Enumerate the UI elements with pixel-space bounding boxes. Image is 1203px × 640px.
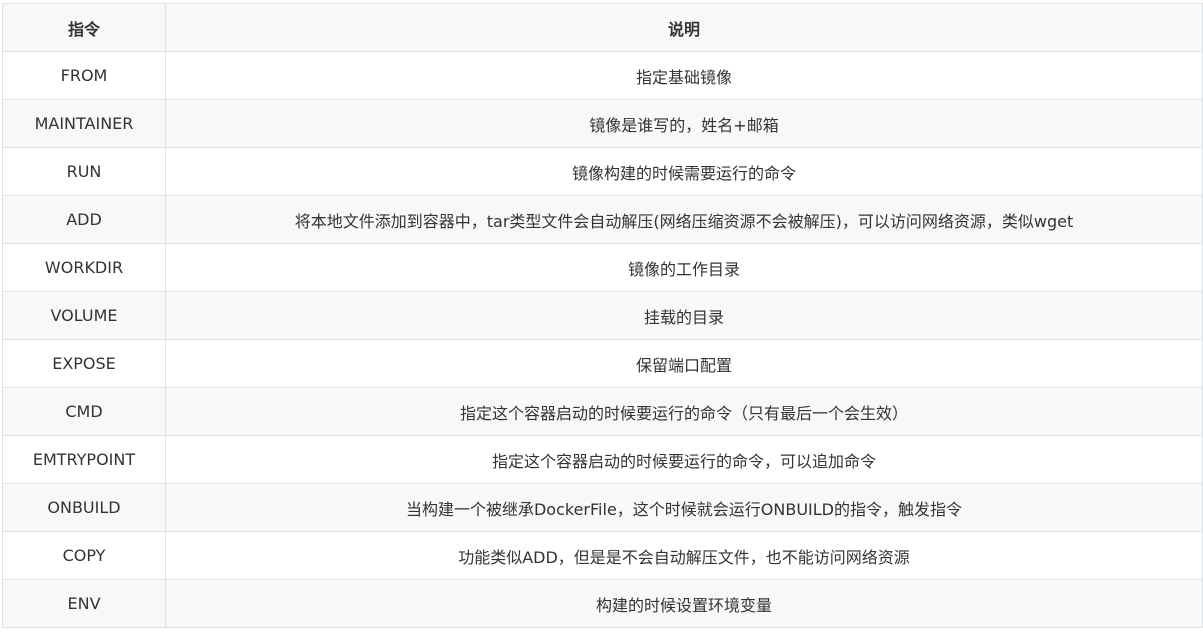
description-cell: 保留端口配置 [165,339,1203,388]
description-cell: 镜像是谁写的，姓名+邮箱 [165,99,1203,148]
instruction-cell: MAINTAINER [2,99,166,148]
header-row: 指令 说明 [2,3,1203,52]
instruction-cell: ONBUILD [2,483,166,532]
table-row: RUN 镜像构建的时候需要运行的命令 [2,147,1203,196]
description-cell: 构建的时候设置环境变量 [165,579,1203,628]
dockerfile-instructions-table: 指令 说明 FROM 指定基础镜像 MAINTAINER 镜像是谁写的，姓名+邮… [2,3,1203,628]
instruction-cell: ADD [2,195,166,244]
description-cell: 镜像构建的时候需要运行的命令 [165,147,1203,196]
header-description: 说明 [165,3,1203,52]
instruction-cell: ENV [2,579,166,628]
table-body: FROM 指定基础镜像 MAINTAINER 镜像是谁写的，姓名+邮箱 RUN … [2,51,1203,628]
instruction-cell: COPY [2,531,166,580]
table-row: EXPOSE 保留端口配置 [2,339,1203,388]
table-row: VOLUME 挂载的目录 [2,291,1203,340]
instruction-cell: EMTRYPOINT [2,435,166,484]
table-row: ENV 构建的时候设置环境变量 [2,579,1203,628]
description-cell: 指定这个容器启动的时候要运行的命令（只有最后一个会生效） [165,387,1203,436]
table-row: COPY 功能类似ADD，但是是不会自动解压文件，也不能访问网络资源 [2,531,1203,580]
table-row: CMD 指定这个容器启动的时候要运行的命令（只有最后一个会生效） [2,387,1203,436]
table-row: ONBUILD 当构建一个被继承DockerFile，这个时候就会运行ONBUI… [2,483,1203,532]
description-cell: 当构建一个被继承DockerFile，这个时候就会运行ONBUILD的指令，触发… [165,483,1203,532]
instruction-cell: CMD [2,387,166,436]
description-cell: 指定这个容器启动的时候要运行的命令，可以追加命令 [165,435,1203,484]
description-cell: 指定基础镜像 [165,51,1203,100]
table-row: ADD 将本地文件添加到容器中，tar类型文件会自动解压(网络压缩资源不会被解压… [2,195,1203,244]
description-cell: 镜像的工作目录 [165,243,1203,292]
instruction-cell: VOLUME [2,291,166,340]
table-row: MAINTAINER 镜像是谁写的，姓名+邮箱 [2,99,1203,148]
description-cell: 将本地文件添加到容器中，tar类型文件会自动解压(网络压缩资源不会被解压)，可以… [165,195,1203,244]
table-row: WORKDIR 镜像的工作目录 [2,243,1203,292]
description-cell: 功能类似ADD，但是是不会自动解压文件，也不能访问网络资源 [165,531,1203,580]
header-instruction: 指令 [2,3,166,52]
table-header: 指令 说明 [2,3,1203,52]
dockerfile-instructions-table-wrapper: 指令 说明 FROM 指定基础镜像 MAINTAINER 镜像是谁写的，姓名+邮… [2,3,1203,628]
instruction-cell: RUN [2,147,166,196]
instruction-cell: FROM [2,51,166,100]
table-row: EMTRYPOINT 指定这个容器启动的时候要运行的命令，可以追加命令 [2,435,1203,484]
table-row: FROM 指定基础镜像 [2,51,1203,100]
description-cell: 挂载的目录 [165,291,1203,340]
instruction-cell: WORKDIR [2,243,166,292]
instruction-cell: EXPOSE [2,339,166,388]
